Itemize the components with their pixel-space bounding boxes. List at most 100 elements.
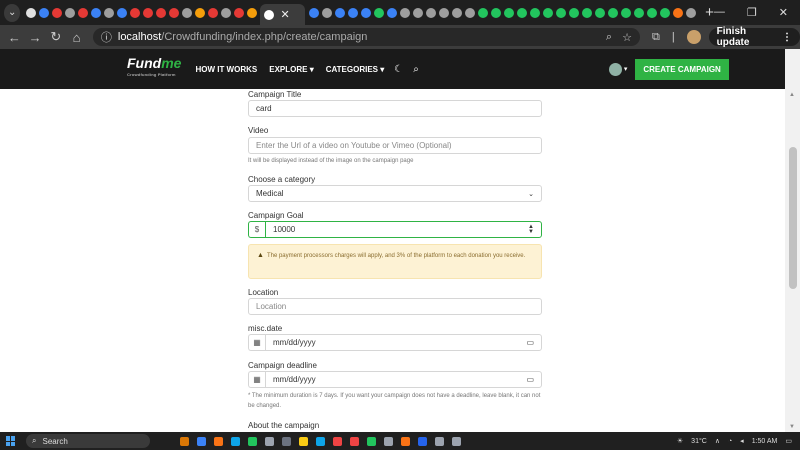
wifi-icon[interactable]: ◔: [728, 438, 732, 445]
taskbar-app-icon[interactable]: [350, 436, 359, 446]
video-url-input[interactable]: Enter the Url of a video on Youtube or V…: [248, 137, 542, 154]
taskbar-app-icon[interactable]: [316, 436, 325, 446]
tab-favicon-icon[interactable]: [334, 7, 345, 18]
tab-search-icon[interactable]: ⌄: [4, 3, 21, 22]
chevron-down-icon[interactable]: ▾: [624, 65, 628, 73]
kebab-menu-icon[interactable]: ⋮: [782, 32, 792, 43]
taskbar-app-icon[interactable]: [265, 436, 274, 446]
tab-favicon-icon[interactable]: [412, 7, 423, 18]
tab-favicon-icon[interactable]: [360, 7, 371, 18]
tab-favicon-icon[interactable]: [646, 7, 657, 18]
tab-favicon-icon[interactable]: [464, 7, 475, 18]
profile-avatar[interactable]: [686, 30, 701, 44]
taskbar-app-icon[interactable]: [197, 436, 206, 446]
tab-favicon-icon[interactable]: [659, 7, 670, 18]
taskbar-app-icon[interactable]: [299, 436, 308, 446]
tab-favicon-icon[interactable]: [399, 7, 410, 18]
tab-favicon-icon[interactable]: [129, 7, 140, 18]
forward-icon[interactable]: →: [25, 30, 46, 45]
tab-favicon-icon[interactable]: [77, 7, 88, 18]
clock[interactable]: 1:50 AM: [752, 438, 778, 445]
location-input[interactable]: Location: [248, 298, 542, 315]
tab-favicon-icon[interactable]: [25, 7, 36, 18]
tab-favicon-icon[interactable]: [155, 7, 166, 18]
misc-date-input[interactable]: mm/dd/yyyy ▭: [265, 334, 542, 351]
finish-update-button[interactable]: Finish update ⋮: [708, 26, 800, 48]
tab-favicon-icon[interactable]: [555, 7, 566, 18]
taskbar-app-icon[interactable]: [418, 436, 427, 446]
url-input[interactable]: ⓘ localhost/Crowdfunding/index.php/creat…: [92, 28, 640, 46]
tab-favicon-icon[interactable]: [607, 7, 618, 18]
taskbar-app-icon[interactable]: [333, 436, 342, 446]
nav-categories[interactable]: CATEGORIES ▾: [326, 65, 385, 74]
extensions-icon[interactable]: ⧉: [652, 31, 660, 44]
create-campaign-button[interactable]: CREATE CAMPAIGN: [635, 58, 729, 80]
new-tab-button[interactable]: +: [705, 4, 714, 21]
date-picker-icon[interactable]: ▭: [526, 375, 534, 384]
tray-chevron-icon[interactable]: ∧: [715, 437, 720, 445]
tab-favicon-icon[interactable]: [516, 7, 527, 18]
tab-favicon-icon[interactable]: [220, 7, 231, 18]
tab-favicon-icon[interactable]: [181, 7, 192, 18]
tab-favicon-icon[interactable]: [246, 7, 257, 18]
tab-favicon-icon[interactable]: [633, 7, 644, 18]
page-scrollbar[interactable]: ▲ ▼: [785, 49, 800, 432]
back-icon[interactable]: ←: [4, 30, 25, 45]
site-info-icon[interactable]: ⓘ: [101, 29, 112, 45]
tab-favicon-icon[interactable]: [103, 7, 114, 18]
restore-icon[interactable]: ❐: [747, 6, 757, 19]
category-select[interactable]: Medical ⌄: [248, 185, 542, 202]
tab-favicon-icon[interactable]: [64, 7, 75, 18]
reload-icon[interactable]: ↻: [45, 29, 66, 45]
tab-favicon-icon[interactable]: [672, 7, 683, 18]
tab-favicon-icon[interactable]: [451, 7, 462, 18]
taskbar-app-icon[interactable]: [214, 436, 223, 446]
number-spinner-icon[interactable]: ▲ ▼: [528, 224, 534, 235]
tab-favicon-icon[interactable]: [503, 7, 514, 18]
close-window-icon[interactable]: ✕: [779, 6, 788, 19]
theme-toggle-icon[interactable]: ☾: [394, 64, 403, 75]
active-tab[interactable]: ✕: [260, 4, 306, 25]
minimize-icon[interactable]: —: [714, 6, 725, 19]
tab-favicon-icon[interactable]: [90, 7, 101, 18]
tab-favicon-icon[interactable]: [308, 7, 319, 18]
tab-favicon-icon[interactable]: [168, 7, 179, 18]
tab-favicon-icon[interactable]: [685, 7, 696, 18]
windows-start-icon[interactable]: [6, 436, 16, 446]
campaign-goal-input[interactable]: 10000 ▲ ▼: [265, 221, 542, 238]
date-picker-icon[interactable]: ▭: [526, 338, 534, 347]
tab-favicon-icon[interactable]: [207, 7, 218, 18]
taskbar-app-icon[interactable]: [282, 436, 291, 446]
tab-favicon-icon[interactable]: [233, 7, 244, 18]
site-logo[interactable]: Fundme Crowdfunding Platform: [127, 56, 181, 81]
tab-favicon-icon[interactable]: [581, 7, 592, 18]
zoom-search-icon[interactable]: ⌕: [606, 31, 612, 44]
bookmark-star-icon[interactable]: ☆: [622, 31, 632, 44]
scroll-thumb[interactable]: [789, 147, 797, 289]
taskbar-app-icon[interactable]: [452, 436, 461, 446]
tab-favicon-icon[interactable]: [38, 7, 49, 18]
taskbar-app-icon[interactable]: [248, 436, 257, 446]
tab-favicon-icon[interactable]: [373, 7, 384, 18]
weather-icon[interactable]: ☀: [677, 437, 683, 445]
tab-favicon-icon[interactable]: [321, 7, 332, 18]
nav-how-it-works[interactable]: HOW IT WORKS: [195, 65, 257, 74]
scroll-down-icon[interactable]: ▼: [789, 424, 795, 430]
search-icon[interactable]: ⌕: [413, 64, 419, 75]
tab-favicon-icon[interactable]: [620, 7, 631, 18]
taskbar-search[interactable]: ⌕ Search: [26, 434, 150, 448]
scroll-up-icon[interactable]: ▲: [789, 92, 795, 98]
nav-explore[interactable]: EXPLORE ▾: [269, 65, 313, 74]
tab-favicon-icon[interactable]: [116, 7, 127, 18]
tab-favicon-icon[interactable]: [51, 7, 62, 18]
tab-favicon-icon[interactable]: [594, 7, 605, 18]
tab-favicon-icon[interactable]: [529, 7, 540, 18]
taskbar-app-icon[interactable]: [401, 436, 410, 446]
tab-favicon-icon[interactable]: [568, 7, 579, 18]
taskbar-app-icon[interactable]: [384, 436, 393, 446]
taskbar-app-icon[interactable]: [435, 436, 444, 446]
volume-icon[interactable]: ◂: [740, 437, 744, 445]
taskbar-app-icon[interactable]: [367, 436, 376, 446]
campaign-title-input[interactable]: card: [248, 100, 542, 117]
tab-favicon-icon[interactable]: [490, 7, 501, 18]
